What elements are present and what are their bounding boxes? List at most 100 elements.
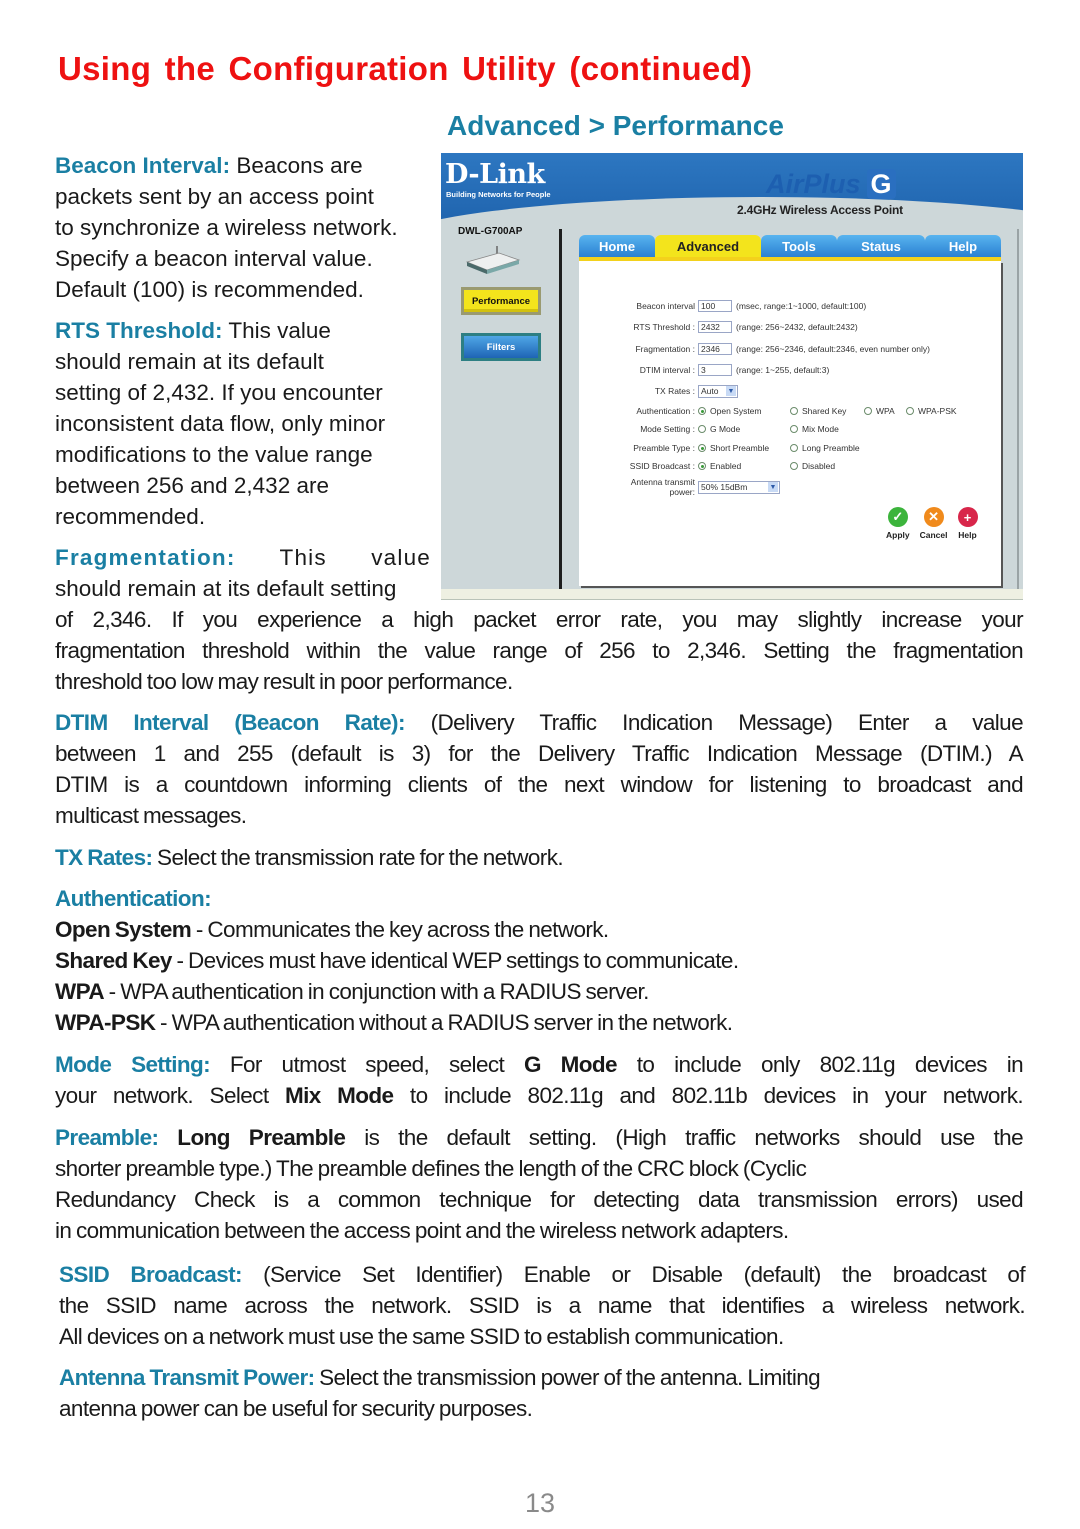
sidebar-performance-button[interactable]: Performance (461, 287, 541, 315)
status-strip (441, 589, 1023, 599)
fragmentation-section-bottom: of 2,346. If you experience a high packe… (55, 604, 1024, 697)
main-tabs: Home Advanced Tools Status Help (579, 235, 1001, 257)
help-label: Help (958, 530, 977, 540)
radio-label: Short Preamble (710, 443, 770, 453)
radio-label: WPA-PSK (918, 406, 957, 416)
authentication-field-label: Authentication : (636, 406, 695, 416)
radio-empty-icon (864, 407, 872, 415)
dlink-logo: D-Link (445, 159, 545, 190)
mode-mix-radio[interactable]: Mix Mode (790, 424, 839, 434)
tab-help[interactable]: Help (925, 235, 1001, 257)
fragmentation-text-line: fragmentation threshold within the value… (55, 638, 1024, 663)
dtim-text-line: multicast messages. (55, 803, 247, 828)
mode-text: your network. Select (55, 1083, 285, 1108)
preamble-short-radio[interactable]: Short Preamble (698, 443, 790, 453)
sidebar-filters-button[interactable]: Filters (461, 333, 541, 361)
dtim-colon: : (397, 710, 405, 735)
preamble-long-radio[interactable]: Long Preamble (790, 443, 860, 453)
radio-label: Shared Key (802, 406, 847, 416)
apply-label: Apply (886, 530, 910, 540)
airplus-name: AirPlus (766, 169, 861, 199)
radio-empty-icon (790, 425, 798, 433)
authentication-row: Authentication : Open System Shared Key … (579, 404, 957, 418)
chevron-down-icon: ▼ (768, 482, 778, 492)
auth-item: Open System - Communicates the key acros… (55, 914, 1023, 945)
beacon-text-line: packets sent by an access point (55, 184, 374, 209)
dtim-section: DTIM Interval (Beacon Rate): (Delivery T… (55, 707, 1024, 831)
beacon-text-line: to synchronize a wireless network. (55, 215, 398, 240)
radio-selected-icon (698, 444, 706, 452)
airplus-g: G (866, 169, 896, 199)
mode-text: to include only 802.11g devices in (616, 1052, 1024, 1077)
antenna-power-label: Antenna Transmit Power: (59, 1365, 315, 1390)
preamble-type-row: Preamble Type : Short Preamble Long Prea… (579, 441, 860, 455)
help-button[interactable]: + Help (957, 507, 978, 540)
tab-tools[interactable]: Tools (761, 235, 837, 257)
fragmentation-input[interactable]: 2346 (698, 343, 732, 355)
dtim-text-line: between 1 and 255 (default is 3) for the… (55, 741, 1024, 766)
rts-text-line: inconsistent data flow, only minor (55, 411, 386, 436)
rts-threshold-section: RTS Threshold: This value should remain … (55, 315, 435, 532)
page-title: Using the Configuration Utility (continu… (58, 50, 753, 87)
preamble-text-line: in communication between the access poin… (55, 1218, 789, 1243)
dtim-text-line: DTIM is a countdown informing clients of… (55, 772, 1024, 797)
tx-rates-section: TX Rates: Select the transmission rate f… (55, 842, 1023, 873)
antenna-power-select[interactable]: 50% 15dBm ▼ (698, 480, 780, 494)
auth-desc: - WPA authentication without a RADIUS se… (155, 1010, 733, 1035)
antenna-power-value: 50% 15dBm (701, 482, 748, 492)
fragmentation-text-line: threshold too low may result in poor per… (55, 669, 513, 694)
ssid-disabled-radio[interactable]: Disabled (790, 461, 835, 471)
cancel-button[interactable]: ✕ Cancel (920, 507, 948, 540)
mode-term: G Mode (523, 1052, 618, 1077)
tab-advanced[interactable]: Advanced (655, 235, 761, 257)
radio-label: Long Preamble (802, 443, 860, 453)
fragmentation-label: Fragmentation: (55, 545, 236, 570)
antenna-label-line: Antenna transmit (630, 477, 695, 487)
fragmentation-text-line: This value (235, 545, 431, 570)
dtim-interval-input[interactable]: 3 (698, 364, 732, 376)
section-subtitle: Advanced > Performance (447, 110, 784, 141)
beacon-text-line: Beacons are (230, 153, 363, 178)
apply-button[interactable]: ✓ Apply (886, 507, 910, 540)
dtim-text-line: (Delivery Traffic Indication Message) En… (404, 710, 1024, 735)
rts-text-line: between 256 and 2,432 are (55, 473, 329, 498)
preamble-label: Preamble: (55, 1125, 159, 1150)
radio-label: Mix Mode (802, 424, 839, 434)
auth-shared-key-radio[interactable]: Shared Key (790, 406, 864, 416)
sidebar-divider (559, 229, 562, 599)
rts-text-line: recommended. (55, 504, 206, 529)
antenna-power-row: Antenna transmit power: 50% 15dBm ▼ (579, 475, 780, 499)
auth-term: Shared Key (55, 948, 172, 973)
tab-status[interactable]: Status (837, 235, 925, 257)
radio-selected-icon (698, 407, 706, 415)
fragmentation-row: Fragmentation : 2346 (range: 256~2346, d… (579, 342, 930, 356)
beacon-interval-label: Beacon Interval: (55, 153, 231, 178)
right-divider (1017, 229, 1019, 599)
preamble-text-line: Redundancy Check is a common technique f… (55, 1187, 1024, 1212)
radio-empty-icon (906, 407, 914, 415)
auth-term: WPA (55, 979, 105, 1004)
ssid-broadcast-section: SSID Broadcast: (Service Set Identifier)… (59, 1259, 1026, 1352)
auth-open-system-radio[interactable]: Open System (698, 406, 790, 416)
tab-home[interactable]: Home (579, 235, 655, 257)
radio-label: WPA (876, 406, 895, 416)
beacon-text-line: Specify a beacon interval value. (55, 246, 373, 271)
ssid-broadcast-field-label: SSID Broadcast : (629, 461, 695, 471)
tx-rates-select[interactable]: Auto ▼ (698, 384, 738, 398)
antenna-text-line: Select the transmission power of the ant… (314, 1365, 821, 1390)
auth-wpa-psk-radio[interactable]: WPA-PSK (906, 406, 957, 416)
radio-empty-icon (790, 444, 798, 452)
radio-selected-icon (698, 462, 706, 470)
rts-threshold-input[interactable]: 2432 (698, 321, 732, 333)
rts-text-line: This value (222, 318, 331, 343)
ssid-enabled-radio[interactable]: Enabled (698, 461, 790, 471)
preamble-text: is the default setting. (High traffic ne… (345, 1125, 1023, 1150)
ssid-text-line: the SSID name across the network. SSID i… (59, 1293, 1026, 1318)
radio-empty-icon (790, 407, 798, 415)
ssid-text-line: All devices on a network must use the sa… (59, 1324, 784, 1349)
mode-setting-field-label: Mode Setting : (640, 424, 695, 434)
mode-g-radio[interactable]: G Mode (698, 424, 790, 434)
beacon-interval-input[interactable]: 100 (698, 300, 732, 312)
tx-rates-value: Auto (701, 386, 719, 396)
auth-wpa-radio[interactable]: WPA (864, 406, 906, 416)
